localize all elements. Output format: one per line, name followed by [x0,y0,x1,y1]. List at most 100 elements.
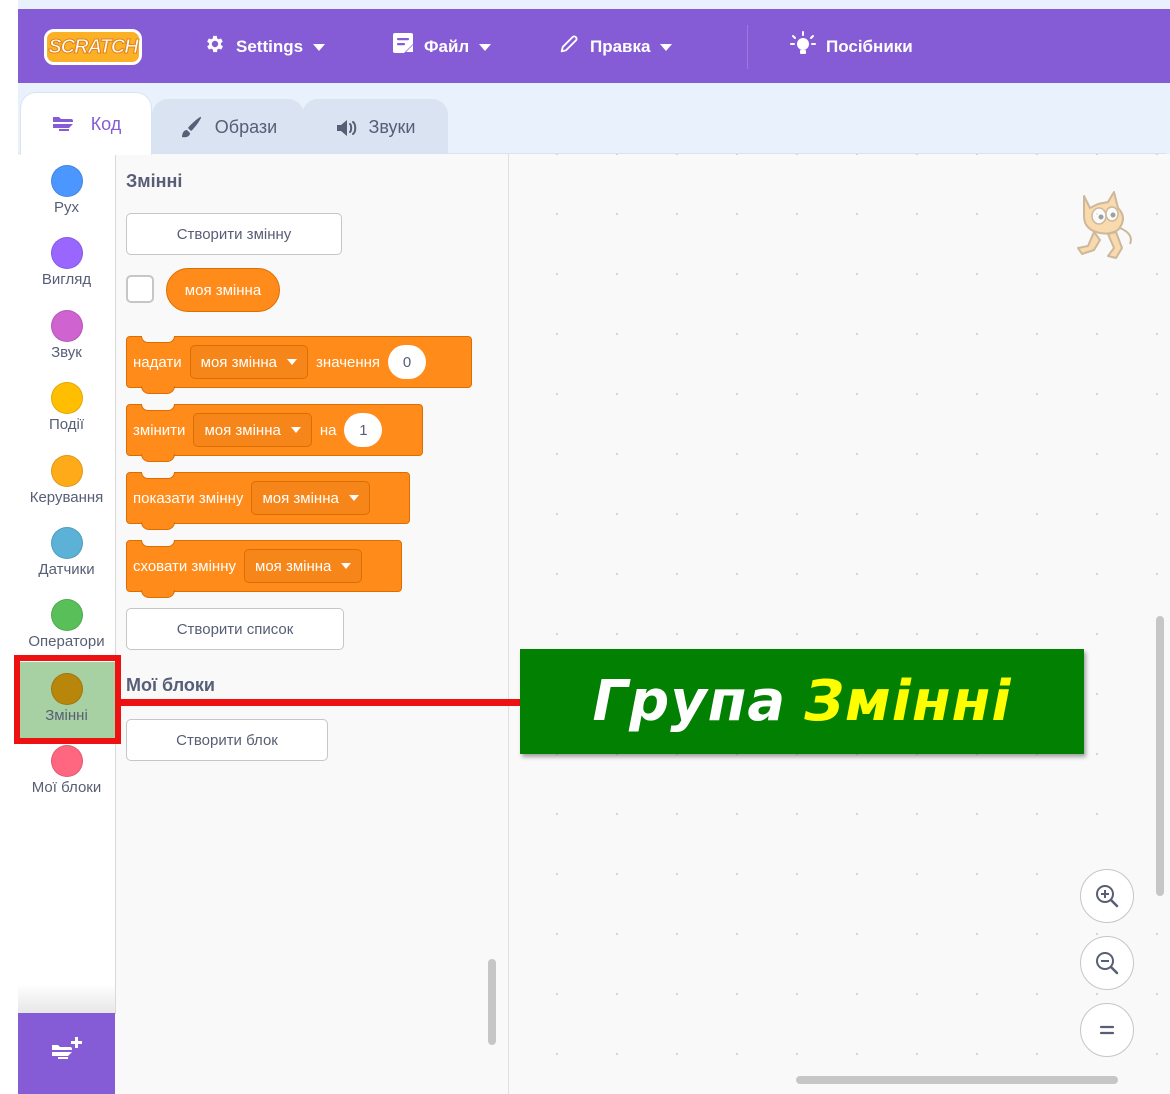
category-looks[interactable]: Вигляд [18,226,115,294]
file-menu[interactable]: Файл [392,32,492,62]
zoom-reset-button[interactable] [1080,1003,1134,1057]
value-input[interactable]: 0 [388,345,427,379]
dropdown-arrow-icon [287,359,298,365]
block-text: змінити [133,421,186,439]
dropdown-arrow-icon [290,427,301,433]
tab-code[interactable]: Код [20,92,152,155]
file-icon [392,32,414,62]
category-dot [50,237,83,269]
zoom-in-button[interactable] [1080,869,1134,923]
workspace-horizontal-scrollbar[interactable] [796,1076,1118,1084]
scratch-logo[interactable]: SCRATCH [44,29,142,65]
variable-dropdown[interactable]: моя змінна [244,549,363,583]
annotation-callout: Група Змінні [520,649,1084,754]
category-dot [50,455,83,487]
category-label: Керування [29,489,104,506]
category-my-blocks[interactable]: Мої блоки [18,734,115,802]
category-label: Події [48,416,85,433]
block-palette: Змінні Створити змінну моя змінна надати… [116,154,509,1094]
speaker-icon [335,118,359,138]
pencil-icon [558,33,580,61]
hide-variable-block[interactable]: сховати змінну моя змінна [126,540,402,598]
chevron-down-icon [479,43,492,51]
category-dot [50,165,83,197]
category-dot [50,527,83,559]
workspace-vertical-scrollbar[interactable] [1156,616,1164,896]
category-menu: Рух Вигляд Звук Події Керування Датчики [18,154,116,1014]
category-operators[interactable]: Оператори [18,588,115,656]
callout-highlight: Змінні [804,669,1012,734]
variable-dropdown[interactable]: моя змінна [189,345,309,379]
scratch-editor: SCRATCH Settings Файл Правка Посібники К… [18,0,1170,1094]
category-events[interactable]: Події [18,371,115,439]
dropdown-label: моя змінна [255,557,332,575]
category-label: Мої блоки [31,779,102,796]
dropdown-label: моя змінна [200,353,278,371]
dropdown-arrow-icon [348,495,359,501]
menu-bar: SCRATCH Settings Файл Правка Посібники [18,9,1170,83]
variable-reporter[interactable]: моя змінна [166,268,280,312]
settings-label: Settings [236,37,304,56]
zoom-in-icon [1096,885,1119,908]
make-block-button[interactable]: Створити блок [126,719,328,761]
show-variable-block[interactable]: показати змінну моя змінна [126,472,410,530]
chevron-down-icon [660,43,673,51]
tutorials-button[interactable]: Посібники [790,31,913,63]
zoom-out-icon [1096,952,1119,975]
tab-sounds[interactable]: Звуки [302,99,448,155]
tab-costumes-label: Образи [214,117,278,137]
sprite-cat-icon [1077,191,1132,259]
dropdown-label: моя змінна [262,489,339,507]
callout-prefix: Група [592,669,787,734]
category-label: Звук [51,344,82,361]
set-variable-block[interactable]: надати моя змінна значення 0 [126,336,472,394]
category-dot [50,745,83,777]
category-control[interactable]: Керування [18,444,115,512]
dropdown-arrow-icon [341,563,352,569]
tab-code-label: Код [90,113,122,134]
edit-menu[interactable]: Правка [558,33,673,61]
brush-icon [179,115,205,141]
chevron-down-icon [313,43,326,51]
category-sensing[interactable]: Датчики [18,516,115,584]
value-input[interactable]: 1 [344,413,383,447]
variable-checkbox[interactable] [126,275,154,303]
annotation-highlight-box [14,655,121,744]
annotation-connector-line [121,699,521,706]
tab-costumes[interactable]: Образи [152,99,304,155]
make-list-button[interactable]: Створити список [126,608,344,650]
settings-menu[interactable]: Settings [204,33,326,61]
editor-main: Рух Вигляд Звук Події Керування Датчики [18,153,1170,1094]
code-blocks-icon [51,115,81,133]
add-extension-button[interactable] [18,1013,115,1094]
variable-dropdown[interactable]: моя змінна [251,481,370,515]
category-fade [18,984,115,1014]
menu-divider [747,25,748,69]
category-label: Оператори [28,633,105,650]
category-dot [50,310,83,342]
category-label: Рух [53,199,79,216]
edit-label: Правка [590,37,651,56]
block-text: сховати змінну [133,557,236,575]
block-text: на [319,421,337,439]
category-label: Вигляд [41,271,92,288]
variables-heading: Змінні [126,171,183,191]
block-text: показати змінну [133,489,244,507]
block-text: надати [133,353,182,371]
gear-icon [204,33,226,61]
script-workspace[interactable] [509,154,1170,1094]
category-dot [50,599,83,631]
variable-dropdown[interactable]: моя змінна [193,413,312,447]
tutorials-label: Посібники [826,37,913,56]
zoom-out-button[interactable] [1080,936,1134,990]
category-motion[interactable]: Рух [18,154,115,222]
make-variable-button[interactable]: Створити змінну [126,213,342,255]
change-variable-block[interactable]: змінити моя змінна на 1 [126,404,423,462]
dropdown-label: моя змінна [204,421,281,439]
palette-scrollbar[interactable] [488,959,496,1045]
my-blocks-heading: Мої блоки [126,675,215,695]
category-sound[interactable]: Звук [18,299,115,367]
lightbulb-icon [790,31,816,63]
tab-sounds-label: Звуки [368,117,416,137]
add-extension-icon [52,1037,82,1059]
